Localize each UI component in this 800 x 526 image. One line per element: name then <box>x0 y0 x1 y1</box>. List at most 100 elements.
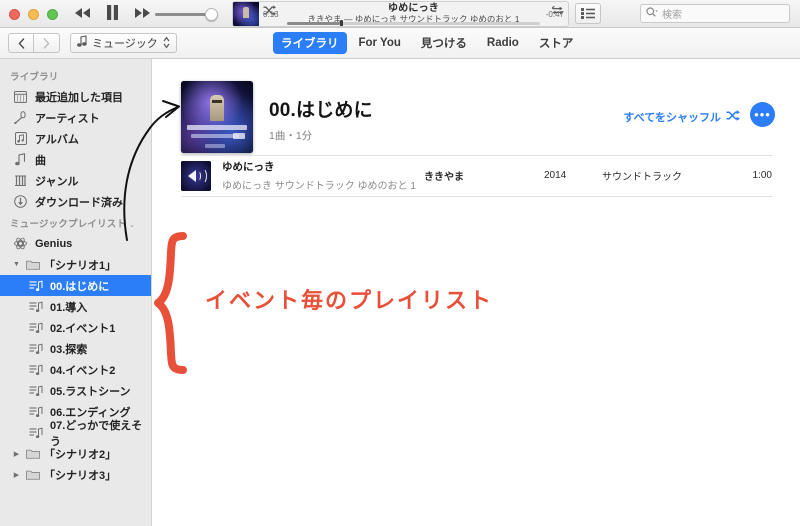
sidebar-section-playlists: ミュージックプレイリスト ⌄ <box>0 212 151 233</box>
sidebar-playlist-05[interactable]: 05.ラストシーン <box>0 380 151 401</box>
playlist-icon <box>28 278 43 293</box>
sidebar-item-recently-added[interactable]: 最近追加した項目 <box>0 86 151 107</box>
forward-button[interactable] <box>34 33 60 53</box>
sidebar-item-downloaded[interactable]: ダウンロード済み <box>0 191 151 212</box>
sidebar-playlist-label: 02.イベント1 <box>50 322 116 335</box>
track-artist: ききやま <box>424 172 464 183</box>
sidebar-item-label: 曲 <box>35 154 46 167</box>
main-content: 00.はじめに 1曲・1分 すべてをシャッフル ••• ゆめにっき ゆめにっき … <box>153 59 800 526</box>
genre-icon <box>13 173 28 188</box>
sidebar: ライブラリ 最近追加した項目 アーティスト アルバム 曲 ジャンル ダウンロード… <box>0 59 152 526</box>
shuffle-all-label: すべてをシャッフル <box>623 112 721 124</box>
shuffle-all-button[interactable]: すべてをシャッフル <box>623 109 740 125</box>
list-view-icon[interactable] <box>575 3 601 24</box>
sidebar-folder-label: 「シナリオ2」 <box>44 448 117 461</box>
folder-icon <box>25 257 40 272</box>
volume-slider[interactable] <box>155 8 218 21</box>
maximize-button[interactable] <box>47 9 58 20</box>
folder-icon <box>25 446 40 461</box>
sidebar-item-label: Genius <box>35 237 73 250</box>
sidebar-playlist-label: 00.はじめに <box>50 280 110 293</box>
volume-knob[interactable] <box>205 8 218 21</box>
fastforward-icon[interactable] <box>134 7 151 19</box>
song-note-icon <box>13 152 28 167</box>
tab-library[interactable]: ライブラリ <box>273 32 347 54</box>
rewind-icon[interactable] <box>74 7 91 19</box>
sidebar-item-label: ダウンロード済み <box>35 196 123 209</box>
close-button[interactable] <box>9 9 20 20</box>
more-options-button[interactable]: ••• <box>750 102 775 127</box>
track-year: 2014 <box>544 170 567 181</box>
folder-icon <box>25 467 40 482</box>
tab-browse[interactable]: 見つける <box>413 32 475 54</box>
elapsed-time: 0:13 <box>263 10 279 19</box>
minimize-button[interactable] <box>28 9 39 20</box>
sidebar-item-songs[interactable]: 曲 <box>0 149 151 170</box>
track-album: ゆめにっき サウンドトラック ゆめのおと 1 <box>222 181 416 192</box>
sidebar-item-albums[interactable]: アルバム <box>0 128 151 149</box>
sidebar-playlist-label: 05.ラストシーン <box>50 385 131 398</box>
track-title: ゆめにっき <box>222 161 275 173</box>
search-input[interactable]: 検索 <box>640 4 790 23</box>
progress-handle[interactable] <box>340 20 344 26</box>
now-playing-title: ゆめにっき <box>388 3 439 14</box>
playlist-artwork[interactable] <box>181 81 253 153</box>
sidebar-playlist-label: 04.イベント2 <box>50 364 116 377</box>
sidebar-playlist-07[interactable]: 07.どっかで使えそう <box>0 420 151 448</box>
sidebar-playlist-03[interactable]: 03.探索 <box>0 338 151 359</box>
sidebar-playlist-01[interactable]: 01.導入 <box>0 296 151 317</box>
tab-store[interactable]: ストア <box>531 32 582 54</box>
table-row[interactable]: ゆめにっき ゆめにっき サウンドトラック ゆめのおと 1 ききやま 2014 サ… <box>181 155 772 197</box>
downloaded-icon <box>13 194 28 209</box>
artist-microphone-icon <box>13 110 28 125</box>
chevron-down-icon[interactable]: ⌄ <box>129 222 135 229</box>
media-kind-label: ミュージック <box>92 38 158 50</box>
page-title: 00.はじめに <box>269 100 373 121</box>
sidebar-item-genius[interactable]: Genius <box>0 233 151 254</box>
playback-progress-bar[interactable] <box>287 20 540 26</box>
main-tabs: ライブラリ For You 見つける Radio ストア <box>273 32 581 54</box>
nav-arrows <box>8 33 60 53</box>
search-placeholder: 検索 <box>662 10 682 21</box>
media-kind-selector[interactable]: ミュージック <box>70 33 177 53</box>
now-playing-artwork <box>233 2 259 26</box>
sidebar-playlist-04[interactable]: 04.イベント2 <box>0 359 151 380</box>
remaining-time: -0:47 <box>545 10 564 19</box>
back-button[interactable] <box>8 33 34 53</box>
disclosure-triangle-closed-icon[interactable]: ▶ <box>12 471 21 479</box>
playlist-icon <box>28 320 43 335</box>
track-duration: 1:00 <box>752 170 772 181</box>
sidebar-folder-scenario1[interactable]: ▼ 「シナリオ1」 <box>0 254 151 275</box>
disclosure-triangle-open-icon[interactable]: ▼ <box>12 261 21 268</box>
sidebar-folder-label: 「シナリオ1」 <box>44 259 117 272</box>
sidebar-playlist-02[interactable]: 02.イベント1 <box>0 317 151 338</box>
sidebar-playlist-label: 01.導入 <box>50 301 88 314</box>
sidebar-section-library: ライブラリ <box>10 72 59 83</box>
track-artwork <box>181 160 211 191</box>
playlist-icon <box>28 383 43 398</box>
pause-icon[interactable] <box>106 5 119 20</box>
track-name-cell: ゆめにっき ゆめにっき サウンドトラック ゆめのおと 1 <box>222 159 424 192</box>
playlist-subtitle: 1曲・1分 <box>269 130 313 142</box>
album-icon <box>13 131 28 146</box>
window-controls <box>9 9 58 20</box>
sidebar-item-label: アーティスト <box>35 112 100 125</box>
playlist-header: 00.はじめに 1曲・1分 <box>181 81 373 153</box>
transport-controls <box>74 5 151 20</box>
playlist-icon <box>28 425 43 440</box>
sidebar-folder-scenario3[interactable]: ▶ 「シナリオ3」 <box>0 464 151 485</box>
tab-radio[interactable]: Radio <box>479 34 527 52</box>
sidebar-folder-label: 「シナリオ3」 <box>44 469 117 482</box>
sidebar-playlist-00[interactable]: 00.はじめに <box>0 275 151 296</box>
sidebar-playlist-label: 07.どっかで使えそう <box>50 419 143 448</box>
now-playing-panel[interactable]: ゆめにっき ききやま — ゆめにっき サウンドトラック ゆめのおと 1 0:13… <box>232 1 569 27</box>
sidebar-item-artists[interactable]: アーティスト <box>0 107 151 128</box>
sidebar-item-genres[interactable]: ジャンル <box>0 170 151 191</box>
genius-icon <box>13 236 28 251</box>
playlist-icon <box>28 362 43 377</box>
itunes-window: ゆめにっき ききやま — ゆめにっき サウンドトラック ゆめのおと 1 0:13… <box>0 0 800 526</box>
shuffle-icon <box>726 110 740 124</box>
sidebar-item-label: ジャンル <box>35 175 79 188</box>
disclosure-triangle-closed-icon[interactable]: ▶ <box>12 450 21 458</box>
tab-for-you[interactable]: For You <box>351 34 409 52</box>
